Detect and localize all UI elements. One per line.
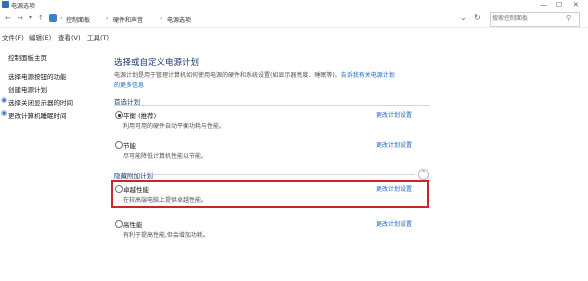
plan-desc-balanced: 利用可用的硬件自动平衡功耗与性能。 [123,123,226,130]
plan-name-power-saver[interactable]: 节能 [123,140,136,150]
sidebar-item-home[interactable]: 控制面板主页 [8,52,47,62]
breadcrumb-separator-icon: › [60,15,63,22]
change-settings-link-ultimate-performance[interactable]: 更改计划设置 [376,184,412,193]
sidebar-item-sleep[interactable]: 更改计算机睡眠时间 [8,110,67,120]
radio-ultimate-performance[interactable] [115,185,123,193]
radio-high-performance[interactable] [115,220,123,228]
sidebar-item-create-plan[interactable]: 创建电源计划 [8,84,47,94]
recent-locations-icon[interactable]: ▾ [29,14,32,21]
plan-desc-ultimate-performance: 在较高端电脑上提供卓越性能。 [123,197,208,204]
sidebar-item-power-button[interactable]: 选择电源按钮的功能 [8,71,67,81]
radio-balanced[interactable] [115,111,123,119]
breadcrumb-separator-icon: › [106,15,109,22]
collapse-chevron-icon[interactable]: ⌃ [418,169,429,180]
breadcrumb-item[interactable]: 控制面板 [66,15,90,24]
maximize-icon[interactable]: ☐ [556,1,562,9]
monitor-icon: ◉ [1,96,8,104]
menu-edit[interactable]: 编辑(E) [29,32,51,42]
description-text: 电源计划是用于管理计算机如何使用电源的硬件和系统设置(如显示器亮度、睡眠等)。 [114,72,341,79]
plan-desc-high-performance: 有利于提高性能,但会增加功耗。 [123,232,209,239]
menu-view[interactable]: 查看(V) [58,32,81,42]
forward-icon[interactable]: → [17,14,23,22]
refresh-icon[interactable]: ↻ [474,13,481,22]
breadcrumb-separator-icon: › [160,15,163,22]
title-bar [0,0,588,10]
breadcrumb-item[interactable]: 电源选项 [167,15,191,24]
learn-more-link[interactable]: 告诉我有关电源计划 [341,72,395,79]
plan-name-ultimate-performance[interactable]: 卓越性能 [123,184,149,194]
close-icon[interactable]: ✕ [573,1,579,9]
search-input[interactable] [492,13,562,23]
learn-more-link-continued[interactable]: 的更多信息 [114,80,144,89]
section-divider [150,174,415,175]
change-settings-link-balanced[interactable]: 更改计划设置 [376,110,412,119]
page-description: 电源计划是用于管理计算机如何使用电源的硬件和系统设置(如显示器亮度、睡眠等)。告… [114,70,395,79]
radio-power-saver[interactable] [115,141,123,149]
back-icon[interactable]: ← [5,14,11,22]
plan-desc-power-saver: 尽可能降低计算机性能以节能。 [123,153,208,160]
up-icon[interactable]: ↑ [38,14,44,22]
section-divider [114,105,430,106]
search-icon[interactable]: ⚲ [566,14,571,22]
plan-name-high-performance[interactable]: 高性能 [123,219,143,229]
sidebar-item-display-off[interactable]: 选择关闭显示器的时间 [8,97,73,107]
hidden-plans-label[interactable]: 隐藏附加计划 [114,170,153,180]
address-dropdown-icon[interactable]: ⌄ [460,13,467,22]
sleep-icon: ◉ [1,109,8,117]
change-settings-link-power-saver[interactable]: 更改计划设置 [376,140,412,149]
plan-name-balanced[interactable]: 平衡 (推荐) [123,110,156,120]
menu-tools[interactable]: 工具(T) [87,32,109,42]
change-settings-link-high-performance[interactable]: 更改计划设置 [376,219,412,228]
window-title: 电源选项 [11,3,36,10]
power-options-icon [2,1,9,8]
menu-file[interactable]: 文件(F) [2,32,24,42]
page-title: 选择或自定义电源计划 [114,58,200,68]
control-panel-icon [49,14,57,22]
minimize-icon[interactable]: — [540,1,547,9]
breadcrumb-item[interactable]: 硬件和声音 [113,15,143,24]
